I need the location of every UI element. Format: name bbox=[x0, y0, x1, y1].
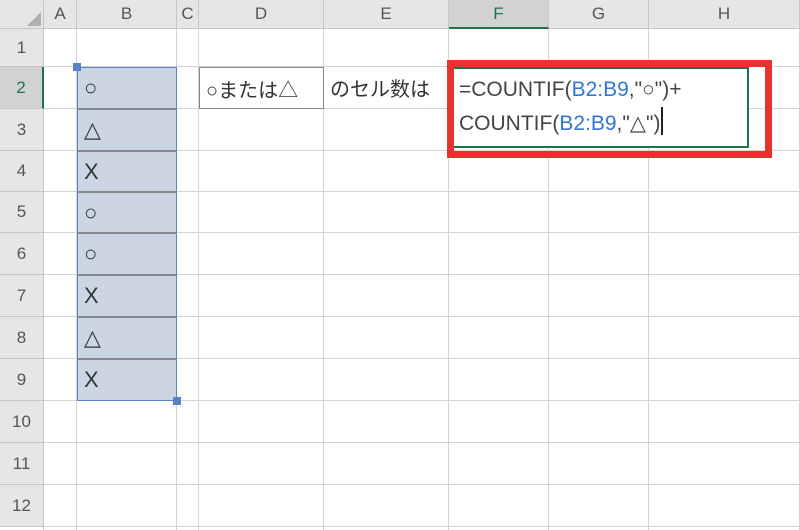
cell-text: のセル数は bbox=[330, 73, 430, 102]
formula-txt: ,"○")+ bbox=[629, 78, 682, 101]
row-header-9[interactable]: 9 bbox=[0, 359, 44, 401]
cell-text: ○ bbox=[84, 241, 97, 267]
cell-d2[interactable]: ○または△ bbox=[199, 67, 324, 109]
cell-b8[interactable]: △ bbox=[77, 317, 177, 359]
row-header-7[interactable]: 7 bbox=[0, 275, 44, 317]
cell-b9[interactable]: X bbox=[77, 359, 177, 401]
range-handle-tl[interactable] bbox=[73, 63, 81, 71]
row-header-11[interactable]: 11 bbox=[0, 443, 44, 485]
row-header-2[interactable]: 2 bbox=[0, 67, 44, 109]
formula-txt: ,"△") bbox=[617, 112, 661, 135]
cell-b4[interactable]: X bbox=[77, 151, 177, 192]
row-header-12[interactable]: 12 bbox=[0, 485, 44, 527]
cell-text: ○ bbox=[84, 200, 97, 226]
text-cursor bbox=[661, 107, 663, 134]
cell-b6[interactable]: ○ bbox=[77, 233, 177, 275]
range-handle-br[interactable] bbox=[173, 397, 181, 405]
cell-e2[interactable]: のセル数は bbox=[324, 67, 449, 109]
col-header-f[interactable]: F bbox=[449, 0, 549, 29]
row-header-1[interactable]: 1 bbox=[0, 29, 44, 67]
col-header-b[interactable]: B bbox=[77, 0, 177, 29]
cell-text: △ bbox=[84, 325, 101, 351]
row-header-3[interactable]: 3 bbox=[0, 109, 44, 151]
row-header-10[interactable]: 10 bbox=[0, 401, 44, 443]
col-header-a[interactable]: A bbox=[44, 0, 77, 29]
cell-text: X bbox=[84, 367, 99, 393]
cell-b5[interactable]: ○ bbox=[77, 192, 177, 233]
col-header-g[interactable]: G bbox=[549, 0, 649, 29]
row-header-6[interactable]: 6 bbox=[0, 233, 44, 275]
select-all-corner[interactable] bbox=[0, 0, 44, 29]
col-header-e[interactable]: E bbox=[324, 0, 449, 29]
formula-ref: B2:B9 bbox=[559, 112, 616, 135]
cell-b3[interactable]: △ bbox=[77, 109, 177, 151]
cell-text: X bbox=[84, 283, 99, 309]
cell-b2[interactable]: ○ bbox=[77, 67, 177, 109]
row-header-8[interactable]: 8 bbox=[0, 317, 44, 359]
cell-text: △ bbox=[84, 117, 101, 143]
cell-text: X bbox=[84, 159, 99, 185]
spreadsheet-grid[interactable]: ABCDEFGH 123456789101112 ○△X○○X△X ○または△ … bbox=[0, 0, 800, 530]
formula-ref: B2:B9 bbox=[572, 78, 629, 101]
col-header-d[interactable]: D bbox=[199, 0, 324, 29]
formula-edit-box[interactable]: =COUNTIF(B2:B9,"○")+COUNTIF(B2:B9,"△") bbox=[449, 67, 749, 148]
formula-txt: =COUNTIF( bbox=[459, 78, 572, 101]
cell-b7[interactable]: X bbox=[77, 275, 177, 317]
row-header-5[interactable]: 5 bbox=[0, 192, 44, 233]
cell-text: ○ bbox=[84, 75, 97, 101]
cell-text: ○または△ bbox=[206, 74, 298, 103]
col-header-c[interactable]: C bbox=[177, 0, 199, 29]
formula-txt: COUNTIF( bbox=[459, 112, 559, 135]
col-header-h[interactable]: H bbox=[649, 0, 800, 29]
row-header-4[interactable]: 4 bbox=[0, 151, 44, 192]
